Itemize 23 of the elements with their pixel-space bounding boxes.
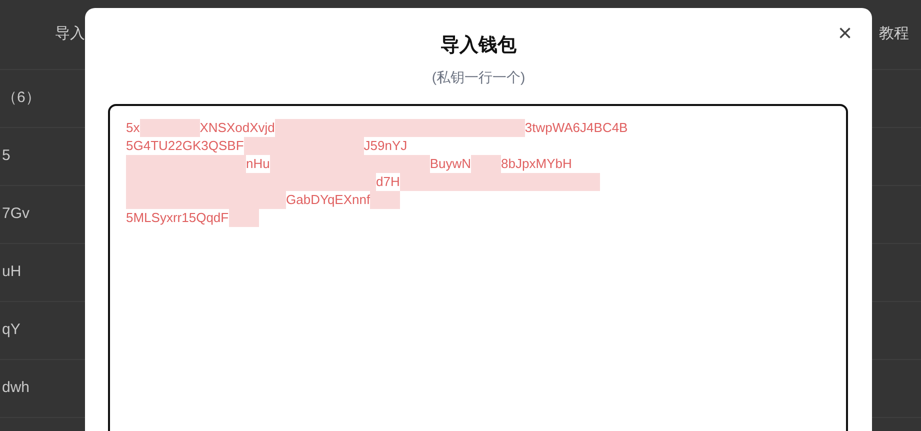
key-text: J59nYJ (364, 136, 408, 154)
key-text: BuywN (430, 154, 472, 172)
table-cell-text: 5 (2, 146, 10, 166)
dialog-subtitle: (私钥一行一个) (432, 68, 526, 87)
table-cell-text: qY (2, 320, 20, 340)
key-text: 5MLSyxrr15QqdF (126, 208, 229, 226)
table-cell-text: uH (2, 262, 22, 282)
close-button[interactable]: × (838, 22, 852, 46)
redaction-mosaic (140, 118, 200, 136)
column-header: 导入 (55, 24, 85, 44)
table-cell-text: （6） (2, 88, 40, 108)
key-text: 3twpWA6J4BC4B (524, 118, 628, 136)
key-text: 5G4TU22GK3QSBF (126, 136, 244, 154)
key-text: 5x (126, 118, 140, 136)
column-header: 教程 (879, 24, 909, 44)
key-text: XNSXodXvjd (200, 118, 275, 136)
key-text: GabDYqEXnnf (286, 190, 370, 208)
table-cell-text: 7Gv (2, 204, 30, 224)
table-cell-text: dwh (2, 378, 30, 398)
dialog-title: 导入钱包 (440, 34, 516, 58)
key-text: 8bJpxMYbH (501, 154, 572, 172)
key-text: nHu (246, 154, 270, 172)
key-text: d7H (376, 172, 400, 190)
